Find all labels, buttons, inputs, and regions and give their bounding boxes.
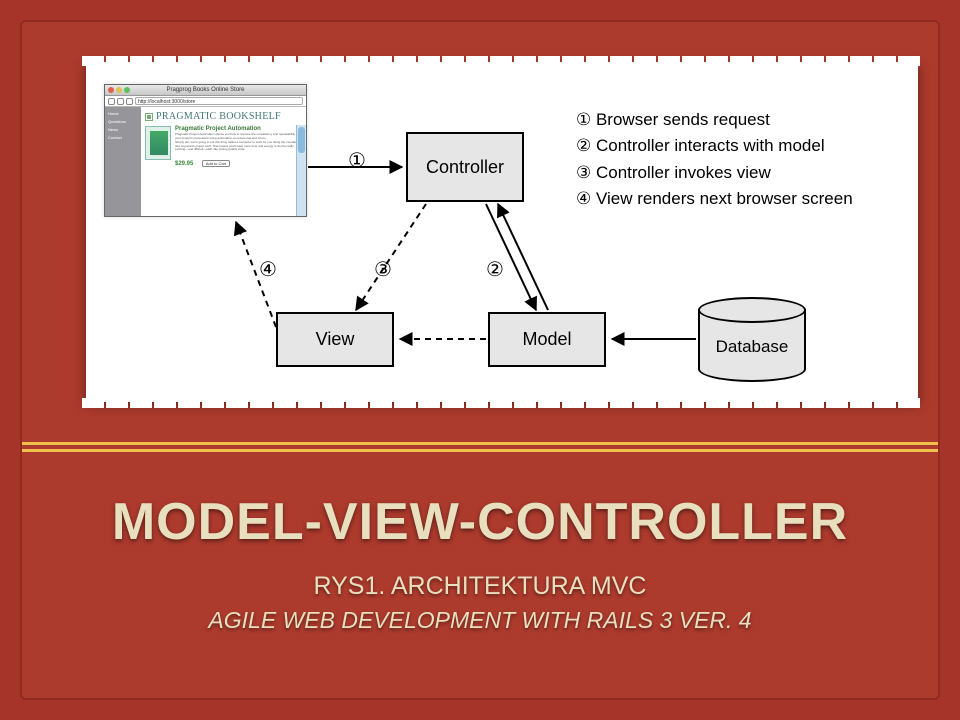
model-box: Model bbox=[488, 312, 606, 367]
slide-canvas: Pragprog Books Online Store http://local… bbox=[20, 20, 940, 700]
subtitle-1: RYS1. ARCHITEKTURA MVC bbox=[22, 572, 938, 601]
controller-box: Controller bbox=[406, 132, 524, 202]
diagram-paper: Pragprog Books Online Store http://local… bbox=[86, 62, 918, 402]
database-cylinder: Database bbox=[698, 297, 806, 382]
edge-label-4: ④ bbox=[259, 257, 277, 282]
subtitle-2: AGILE WEB DEVELOPMENT WITH RAILS 3 VER. … bbox=[22, 607, 938, 634]
browser-window-title: Pragprog Books Online Store bbox=[105, 85, 306, 96]
edge-label-3: ③ bbox=[374, 257, 392, 282]
browser-thumbnail: Pragprog Books Online Store http://local… bbox=[104, 84, 307, 217]
edge-label-2: ② bbox=[486, 257, 504, 282]
edge-label-1: ① bbox=[348, 148, 366, 173]
steps-list: ① Browser sends request ② Controller int… bbox=[576, 107, 853, 212]
scrollbar bbox=[296, 125, 306, 216]
browser-url: http://localhost:3000/store bbox=[135, 97, 303, 105]
book-cover bbox=[145, 126, 171, 160]
browser-sidebar: Home Questions News Contact bbox=[105, 107, 141, 216]
view-box: View bbox=[276, 312, 394, 367]
title-block: MODEL-VIEW-CONTROLLER RYS1. ARCHITEKTURA… bbox=[22, 492, 938, 634]
add-to-cart-button: Add to Cart bbox=[202, 160, 230, 167]
main-title: MODEL-VIEW-CONTROLLER bbox=[22, 492, 938, 552]
divider-lines bbox=[22, 442, 938, 456]
browser-banner: PRAGMATIC BOOKSHELF bbox=[145, 111, 302, 122]
item-price: $29.95 bbox=[175, 161, 193, 167]
